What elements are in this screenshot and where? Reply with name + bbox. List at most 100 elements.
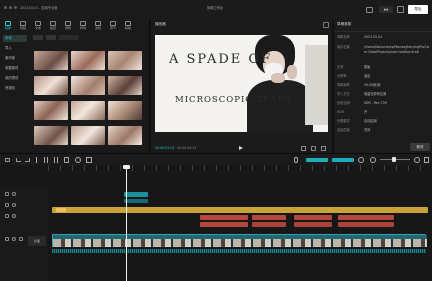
lock-icon[interactable] — [5, 192, 9, 196]
tool-text[interactable]: 文本 — [33, 21, 43, 31]
fit-icon[interactable] — [424, 157, 429, 163]
menu-icon[interactable] — [323, 22, 329, 28]
mic-icon[interactable] — [294, 157, 298, 163]
subtitle-clip[interactable] — [252, 215, 286, 220]
tool-filter[interactable]: 滤镜 — [93, 21, 103, 31]
prop-key: 草稿帧率 — [337, 83, 350, 87]
subtitle-clip[interactable] — [252, 222, 286, 227]
subtitle-clip[interactable] — [200, 222, 248, 227]
prop-key: 分辨率 — [337, 74, 347, 78]
split-right-icon[interactable] — [54, 157, 58, 163]
export-button[interactable]: 导出 — [408, 5, 428, 14]
magnet-toggle[interactable] — [332, 158, 354, 162]
subtitle-clip[interactable] — [338, 222, 394, 227]
media-thumbnail[interactable] — [34, 51, 68, 70]
media-thumbnail[interactable] — [71, 126, 105, 145]
subtitle-clip[interactable] — [294, 215, 332, 220]
subtitle-clip[interactable] — [200, 215, 248, 220]
layout-icon[interactable] — [366, 7, 373, 13]
fullscreen-icon[interactable] — [321, 146, 326, 151]
text-track-clip[interactable] — [52, 207, 428, 213]
tool-media[interactable]: 媒体 — [3, 21, 13, 31]
minimize-dot-icon[interactable] — [9, 6, 12, 9]
tool-template[interactable]: 模板 — [123, 21, 133, 31]
zoom-out-icon[interactable] — [370, 157, 376, 163]
media-thumbnail[interactable] — [71, 101, 105, 120]
ratio-icon[interactable] — [311, 146, 316, 151]
media-thumbnail[interactable] — [108, 101, 142, 120]
select-tool-icon[interactable] — [5, 158, 10, 162]
main-video-track[interactable] — [52, 234, 427, 247]
import-icon[interactable] — [33, 35, 43, 40]
playhead[interactable] — [126, 165, 127, 281]
linkage-toggle[interactable] — [306, 158, 328, 162]
timeline[interactable]: 封面 — [0, 165, 432, 281]
media-thumbnail[interactable] — [71, 51, 105, 70]
prop-value: 自动启用 — [364, 119, 377, 123]
player-title: 播放器 — [155, 22, 166, 26]
playhead-handle[interactable] — [123, 165, 130, 169]
media-thumbnail[interactable] — [34, 76, 68, 95]
time-ruler[interactable] — [48, 165, 432, 171]
undo-icon[interactable] — [16, 158, 21, 162]
cover-label[interactable]: 封面 — [28, 236, 46, 246]
caption-line-2: MICROSCOPIC TEARS — [175, 95, 292, 105]
pro-badge[interactable]: ▲▲ — [379, 6, 393, 13]
clip[interactable] — [124, 199, 148, 203]
split-icon[interactable] — [36, 157, 37, 163]
eye-icon[interactable] — [12, 192, 16, 196]
window-controls[interactable] — [4, 6, 17, 9]
split-left-icon[interactable] — [44, 157, 48, 163]
zoom-slider-handle[interactable] — [392, 157, 396, 162]
maximize-dot-icon[interactable] — [14, 6, 17, 9]
shortcut-icon[interactable] — [397, 6, 404, 13]
media-thumbnail[interactable] — [108, 51, 142, 70]
sidebar-item-favorites[interactable]: 收藏素材 — [3, 65, 27, 72]
filter-dropdown[interactable] — [59, 35, 79, 40]
crop-clip-icon[interactable] — [86, 157, 92, 163]
subtitle-clip[interactable] — [338, 215, 394, 220]
text-clip-marker[interactable] — [56, 208, 66, 212]
clip[interactable] — [124, 192, 148, 197]
media-thumbnail[interactable] — [108, 76, 142, 95]
sidebar-item-local[interactable]: 本地 — [3, 35, 27, 42]
media-thumbnail[interactable] — [108, 126, 142, 145]
media-thumbnail[interactable] — [34, 101, 68, 120]
tool-transition[interactable]: 转场 — [78, 21, 88, 31]
media-thumbnail[interactable] — [34, 126, 68, 145]
subtitle-clip[interactable] — [294, 222, 332, 227]
lock-icon[interactable] — [5, 203, 9, 207]
freeze-icon[interactable] — [75, 157, 81, 163]
tool-adjust[interactable]: 调节 — [108, 21, 118, 31]
prop-key: 草稿名称 — [337, 35, 350, 39]
media-panel: 媒体 音频 文本 贴纸 特效 转场 滤镜 调节 模板 本地 导入 素材库 收藏素… — [0, 19, 150, 153]
eye-icon[interactable] — [12, 214, 16, 218]
lock-icon[interactable] — [5, 214, 9, 218]
eye-icon[interactable] — [12, 237, 16, 241]
preview-axis-icon[interactable] — [358, 157, 364, 163]
sidebar-item-packs[interactable]: 资源包 — [3, 85, 27, 92]
tool-audio[interactable]: 音频 — [18, 21, 28, 31]
close-dot-icon[interactable] — [4, 6, 7, 9]
crop-icon[interactable] — [301, 146, 306, 151]
sidebar-item-presets[interactable]: 我的预设 — [3, 75, 27, 82]
modify-button[interactable]: 修改 — [410, 143, 430, 151]
eye-icon[interactable] — [12, 203, 16, 207]
tool-effects[interactable]: 特效 — [63, 21, 73, 31]
play-icon[interactable] — [239, 146, 243, 150]
timeline-toolbar — [0, 153, 432, 165]
redo-icon[interactable] — [25, 158, 30, 162]
time-total: 00:00:49:13 — [177, 146, 197, 150]
speaker-icon[interactable] — [19, 237, 23, 241]
sidebar-item-library[interactable]: 素材库 — [3, 55, 27, 62]
lock-icon[interactable] — [5, 237, 9, 241]
media-filter-bar — [33, 34, 141, 41]
project-title: 2023.05.01 - 剪映专业版 — [20, 6, 58, 10]
zoom-in-icon[interactable] — [414, 157, 420, 163]
audio-waveform[interactable] — [52, 249, 426, 253]
tool-sticker[interactable]: 贴纸 — [48, 21, 58, 31]
sort-icon[interactable] — [46, 35, 56, 40]
media-thumbnail[interactable] — [71, 76, 105, 95]
delete-icon[interactable] — [64, 157, 69, 163]
sidebar-item-import[interactable]: 导入 — [3, 45, 27, 52]
